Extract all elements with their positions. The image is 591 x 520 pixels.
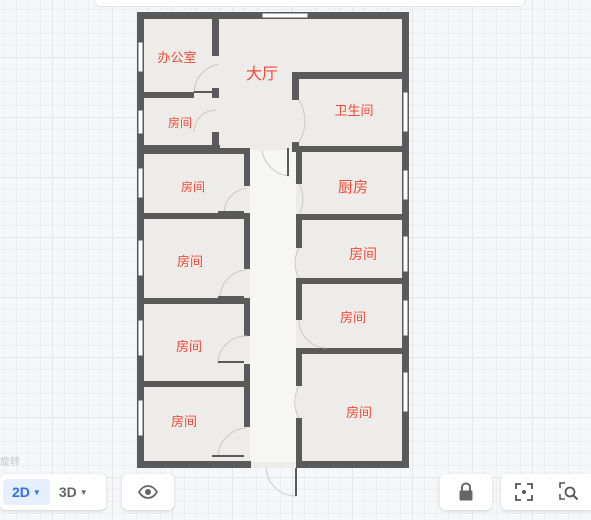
view-mode-2d-label: 2D (12, 484, 30, 500)
room-label-left-2: 房间 (177, 254, 203, 270)
eye-icon (138, 485, 158, 499)
lock-icon (459, 482, 473, 501)
room-label-left-small: 房间 (168, 115, 192, 130)
zoom-button[interactable] (554, 477, 584, 507)
focus-frame-icon (514, 483, 533, 501)
corridor (250, 150, 296, 462)
view-mode-3d-label: 3D (58, 484, 77, 500)
chevron-down-icon: ▼ (79, 487, 88, 497)
room-label-left-4: 房间 (171, 414, 197, 430)
chevron-down-icon: ▼ (32, 487, 41, 497)
room-label-right-2: 房间 (340, 310, 366, 326)
zoom-in-icon (558, 482, 578, 501)
room-label-bathroom: 卫生间 (334, 104, 373, 119)
lock-button[interactable] (440, 474, 492, 510)
view-mode-2d-button[interactable]: 2D ▼ (3, 479, 50, 505)
visibility-button[interactable] (122, 474, 174, 510)
room-label-right-1: 房间 (349, 247, 377, 263)
focus-button[interactable] (509, 477, 539, 507)
room-label-kitchen: 厨房 (338, 178, 368, 196)
room-label-hall: 大厅 (246, 64, 278, 83)
view-mode-switch: 2D ▼ 3D ▼ (0, 474, 106, 510)
room-label-left-3: 房间 (176, 339, 202, 355)
room-label-right-3: 房间 (346, 405, 372, 421)
floor-plan[interactable]: 办公室 大厅 卫生间 房间 房间 房间 房间 房间 厨房 房间 房间 房间 (0, 0, 591, 520)
view-mode-3d-button[interactable]: 3D ▼ (50, 479, 97, 505)
room-label-office: 办公室 (157, 50, 196, 66)
canvas-tools (501, 474, 591, 510)
rotate-hint: 旋转 (0, 457, 20, 468)
room-label-left-1: 房间 (181, 179, 205, 194)
